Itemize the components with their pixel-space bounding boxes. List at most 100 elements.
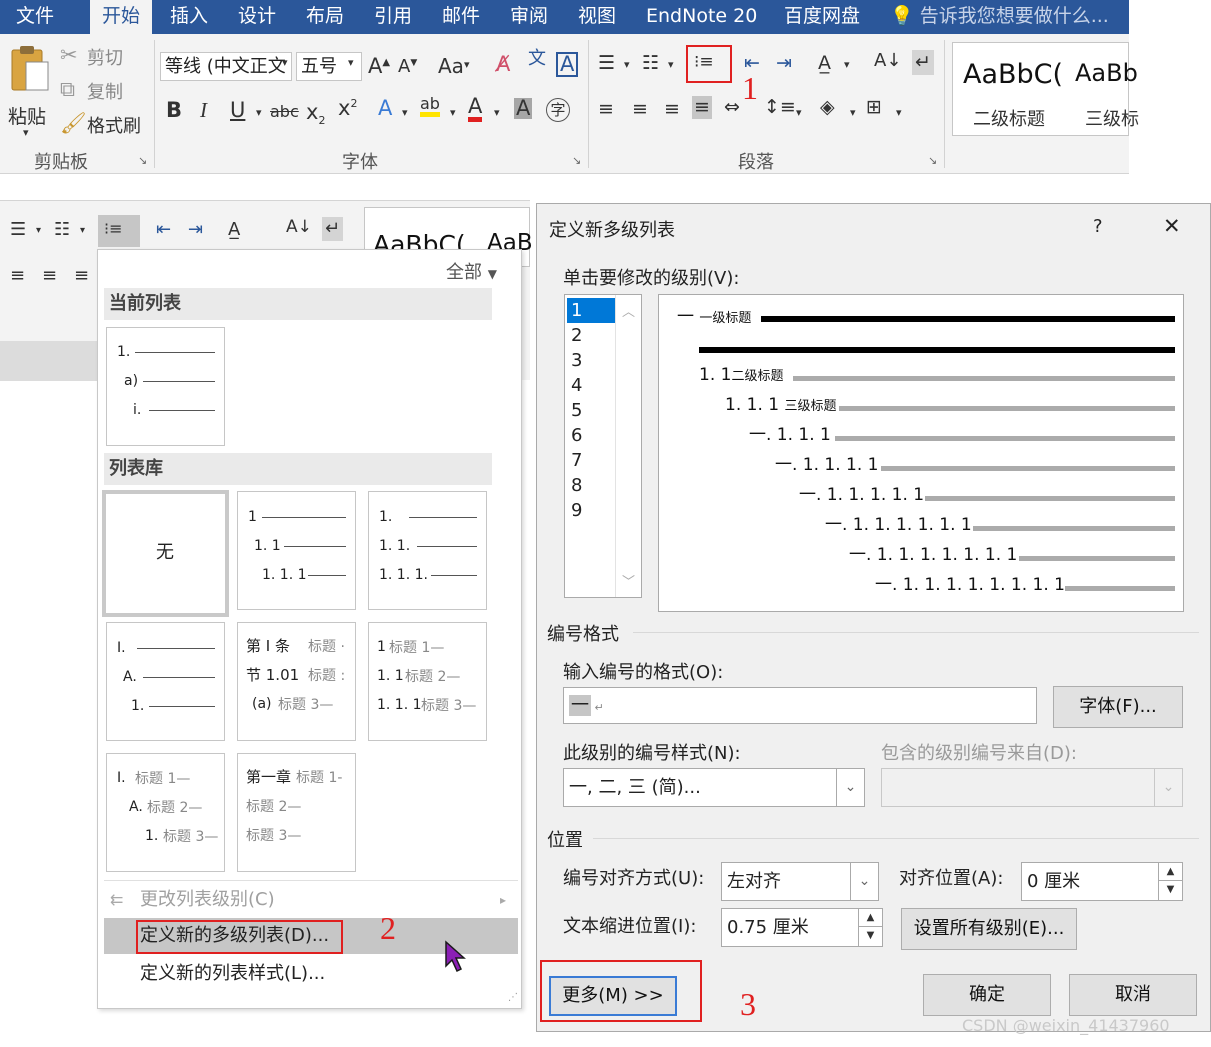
align-center-icon[interactable]: ≡ <box>632 100 648 119</box>
bold-icon[interactable]: B <box>166 100 182 121</box>
shrink-font-icon[interactable]: A▼ <box>398 58 417 76</box>
spinner-arrows[interactable]: ▲ ▼ <box>858 909 882 946</box>
chinese-layout-icon[interactable]: A̲ <box>228 221 240 239</box>
tab-references[interactable]: 引用 <box>362 0 424 34</box>
level-item[interactable]: 2 <box>567 323 615 348</box>
font-color-icon[interactable]: A <box>468 96 483 122</box>
bullets-dropdown-icon[interactable]: ▾ <box>624 58 630 71</box>
level-item[interactable]: 1 <box>567 298 615 323</box>
level-item[interactable]: 3 <box>567 348 615 373</box>
sort-icon[interactable]: A↓ <box>874 52 901 70</box>
tab-endnote[interactable]: EndNote 20 <box>634 0 769 34</box>
enclose-characters-icon[interactable]: 字 <box>546 98 570 122</box>
text-effects-icon[interactable]: A <box>378 98 392 119</box>
align-left-icon[interactable]: ≡ <box>598 100 614 119</box>
tab-design[interactable]: 设计 <box>226 0 288 34</box>
format-painter-button[interactable]: 🖌 格式刷 <box>60 112 150 138</box>
numbering-icon[interactable]: ☷ <box>642 54 659 73</box>
number-style-combo[interactable]: 一, 二, 三 (简)... ⌄ <box>563 768 865 807</box>
help-button[interactable]: ? <box>1093 216 1103 237</box>
level-scrollbar[interactable]: ︿ ﹀ <box>615 295 641 597</box>
font-color-dropdown-icon[interactable]: ▾ <box>494 106 500 119</box>
library-article-section[interactable]: 第 I 条 标题 · 节 1.01 标题 : (a) 标题 3— <box>237 622 356 741</box>
level-item[interactable]: 5 <box>567 398 615 423</box>
tell-me-search[interactable]: 💡 告诉我您想要做什么... <box>878 0 1121 34</box>
underline-icon[interactable]: U <box>230 100 245 121</box>
indent-spinner[interactable]: 0.75 厘米 ▲ ▼ <box>721 908 883 947</box>
grow-font-icon[interactable]: A▲ <box>368 56 390 77</box>
tab-mailings[interactable]: 邮件 <box>430 0 492 34</box>
library-numbered-2[interactable]: 1. 1. 1. 1. 1. 1. <box>368 491 487 610</box>
character-border-icon[interactable]: A <box>556 52 579 77</box>
font-name-combo[interactable]: 等线 (中文正文 <box>160 52 292 81</box>
align-right-icon[interactable]: ≡ <box>664 100 680 119</box>
tab-baidu-netdisk[interactable]: 百度网盘 <box>772 0 872 34</box>
current-list-thumbnail[interactable]: 1. a) i. <box>106 327 225 446</box>
subscript-icon[interactable]: x2 <box>306 101 325 126</box>
decrease-indent-icon[interactable]: ⇤ <box>156 221 171 239</box>
sort-icon[interactable]: A↓ <box>286 219 312 236</box>
numbering-dropdown-icon[interactable]: ▾ <box>80 225 85 236</box>
increase-indent-icon[interactable]: ⇥ <box>776 54 792 73</box>
justify-icon[interactable]: ≡ <box>692 96 712 119</box>
strikethrough-icon[interactable]: abc <box>270 104 299 120</box>
scroll-up-icon[interactable]: ︿ <box>622 301 635 320</box>
library-heading-roman[interactable]: I. 标题 1— A. 标题 2— 1. 标题 3— <box>106 753 225 872</box>
align-center-icon[interactable]: ≡ <box>42 267 57 285</box>
change-case-dropdown-icon[interactable]: ▾ <box>464 58 470 71</box>
font-size-dropdown-icon[interactable]: ▾ <box>348 56 354 69</box>
character-shading-icon[interactable]: A <box>514 98 533 119</box>
clipboard-launcher-icon[interactable]: ↘ <box>138 154 147 167</box>
library-none[interactable]: 无 <box>102 490 229 617</box>
level-item[interactable]: 4 <box>567 373 615 398</box>
spin-up-icon[interactable]: ▲ <box>859 909 882 927</box>
show-formatting-marks-icon[interactable]: ↵ <box>912 50 934 75</box>
underline-dropdown-icon[interactable]: ▾ <box>256 106 262 119</box>
italic-icon[interactable]: I <box>200 100 207 121</box>
shading-dropdown-icon[interactable]: ▾ <box>850 106 856 119</box>
ok-button[interactable]: 确定 <box>923 974 1051 1016</box>
align-left-icon[interactable]: ≡ <box>10 267 25 285</box>
multilevel-list-button-active[interactable]: ⁝≡ <box>98 215 140 247</box>
line-spacing-dropdown-icon[interactable]: ▾ <box>796 106 802 119</box>
bullets-icon[interactable]: ☰ <box>10 221 26 239</box>
align-right-icon[interactable]: ≡ <box>74 267 89 285</box>
tab-review[interactable]: 审阅 <box>498 0 560 34</box>
spin-up-icon[interactable]: ▲ <box>1159 863 1182 881</box>
copy-button[interactable]: ⧉ 复制 <box>60 78 150 104</box>
level-item[interactable]: 9 <box>567 498 615 523</box>
bullets-dropdown-icon[interactable]: ▾ <box>36 225 41 236</box>
font-button[interactable]: 字体(F)... <box>1053 686 1183 728</box>
tab-insert[interactable]: 插入 <box>158 0 220 34</box>
format-input[interactable]: 一 ↵ <box>563 687 1037 724</box>
cancel-button[interactable]: 取消 <box>1069 974 1197 1016</box>
align-at-spinner[interactable]: 0 厘米 ▲ ▼ <box>1021 862 1183 901</box>
change-case-button[interactable]: Aa <box>438 54 464 78</box>
chinese-layout-icon[interactable]: A̲ <box>818 54 831 73</box>
cut-button[interactable]: ✂ 剪切 <box>60 44 150 70</box>
spin-down-icon[interactable]: ▼ <box>859 927 882 945</box>
scroll-down-icon[interactable]: ﹀ <box>622 571 635 590</box>
paste-dropdown-icon[interactable]: ▾ <box>23 126 29 139</box>
filter-dropdown[interactable]: 全部 ▼ <box>446 258 497 284</box>
bullets-icon[interactable]: ☰ <box>598 54 615 73</box>
library-numbered-1[interactable]: 1 1. 1 1. 1. 1 <box>237 491 356 610</box>
shading-icon[interactable]: ◈ <box>820 98 835 117</box>
text-effects-dropdown-icon[interactable]: ▾ <box>402 106 408 119</box>
line-spacing-icon[interactable]: ↕≡ <box>764 98 796 117</box>
borders-dropdown-icon[interactable]: ▾ <box>896 106 902 119</box>
tab-view[interactable]: 视图 <box>566 0 628 34</box>
tab-file[interactable]: 文件 <box>4 0 66 34</box>
spin-down-icon[interactable]: ▼ <box>1159 881 1182 899</box>
alignment-combo[interactable]: 左对齐 ⌄ <box>721 862 879 901</box>
highlight-dropdown-icon[interactable]: ▾ <box>450 106 456 119</box>
styles-gallery[interactable]: AaBbC( AaBb 二级标题 三级标 <box>952 42 1139 136</box>
resize-grip-icon[interactable]: ⋰ <box>508 992 518 1003</box>
highlight-icon[interactable]: ab <box>420 96 440 117</box>
level-listbox[interactable]: 1 2 3 4 5 6 7 8 9 ︿ ﹀ <box>564 294 642 598</box>
set-all-levels-button[interactable]: 设置所有级别(E)... <box>901 908 1077 950</box>
increase-indent-icon[interactable]: ⇥ <box>188 221 203 239</box>
borders-icon[interactable]: ⊞ <box>866 98 882 117</box>
chinese-layout-dropdown-icon[interactable]: ▾ <box>844 58 850 71</box>
tab-layout[interactable]: 布局 <box>294 0 356 34</box>
